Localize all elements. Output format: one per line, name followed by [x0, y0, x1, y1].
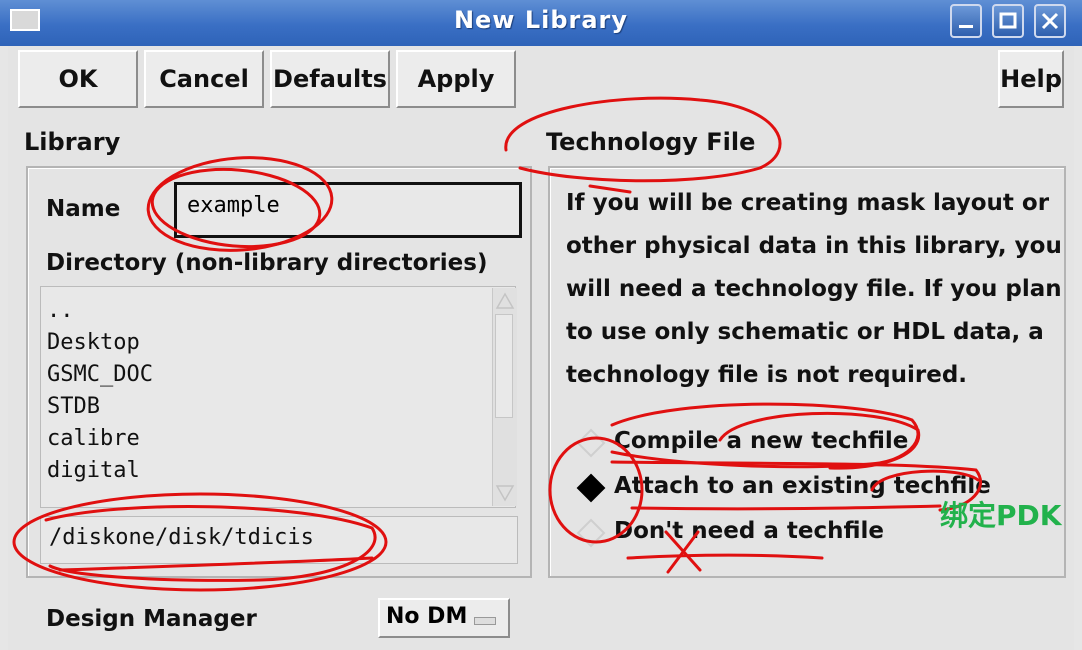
list-item[interactable]: Desktop [41, 327, 515, 359]
option-compile-new-label[interactable]: Compile a new techfile [614, 428, 908, 454]
list-item[interactable]: GSMC_DOC [41, 359, 515, 391]
scroll-down-icon[interactable] [494, 482, 516, 504]
design-manager-value: No DM [386, 604, 468, 629]
radio-dont-need[interactable] [576, 518, 606, 548]
directory-list[interactable]: .. Desktop GSMC_DOC STDB calibre digital [40, 286, 516, 508]
apply-button[interactable]: Apply [396, 50, 516, 108]
design-manager-label: Design Manager [46, 606, 257, 632]
path-field[interactable]: /diskone/disk/tdicis [40, 516, 518, 564]
directory-label: Directory (non-library directories) [46, 250, 488, 276]
option-menu-indicator-icon [474, 617, 496, 625]
design-manager-select[interactable]: No DM [378, 598, 510, 638]
list-item[interactable]: digital [41, 455, 515, 487]
library-section-label: Library [24, 128, 121, 156]
annotation-label: 绑定PDK [940, 499, 1062, 532]
radio-compile-new[interactable] [576, 428, 606, 458]
list-item[interactable]: STDB [41, 391, 515, 423]
scroll-up-icon[interactable] [494, 290, 516, 312]
name-label: Name [46, 196, 121, 222]
list-item[interactable]: calibre [41, 423, 515, 455]
title-bar: New Library [0, 0, 1082, 46]
option-attach-existing-label[interactable]: Attach to an existing techfile [614, 473, 991, 499]
scrollbar-thumb[interactable] [495, 314, 513, 418]
list-item[interactable]: .. [41, 295, 515, 327]
window-title: New Library [453, 6, 629, 34]
close-icon[interactable] [1034, 4, 1066, 38]
technology-section-label: Technology File [546, 128, 756, 156]
directory-scrollbar[interactable] [492, 288, 517, 506]
defaults-button[interactable]: Defaults [270, 50, 390, 108]
ok-button[interactable]: OK [18, 50, 138, 108]
minimize-icon[interactable] [950, 4, 982, 38]
maximize-icon[interactable] [992, 4, 1024, 38]
technology-description: If you will be creating mask layout or o… [566, 190, 1062, 388]
help-button[interactable]: Help [998, 50, 1064, 108]
cancel-button[interactable]: Cancel [144, 50, 264, 108]
name-field[interactable]: example [174, 182, 522, 238]
option-dont-need-label[interactable]: Don't need a techfile [614, 518, 884, 544]
radio-attach-existing[interactable] [576, 473, 606, 503]
